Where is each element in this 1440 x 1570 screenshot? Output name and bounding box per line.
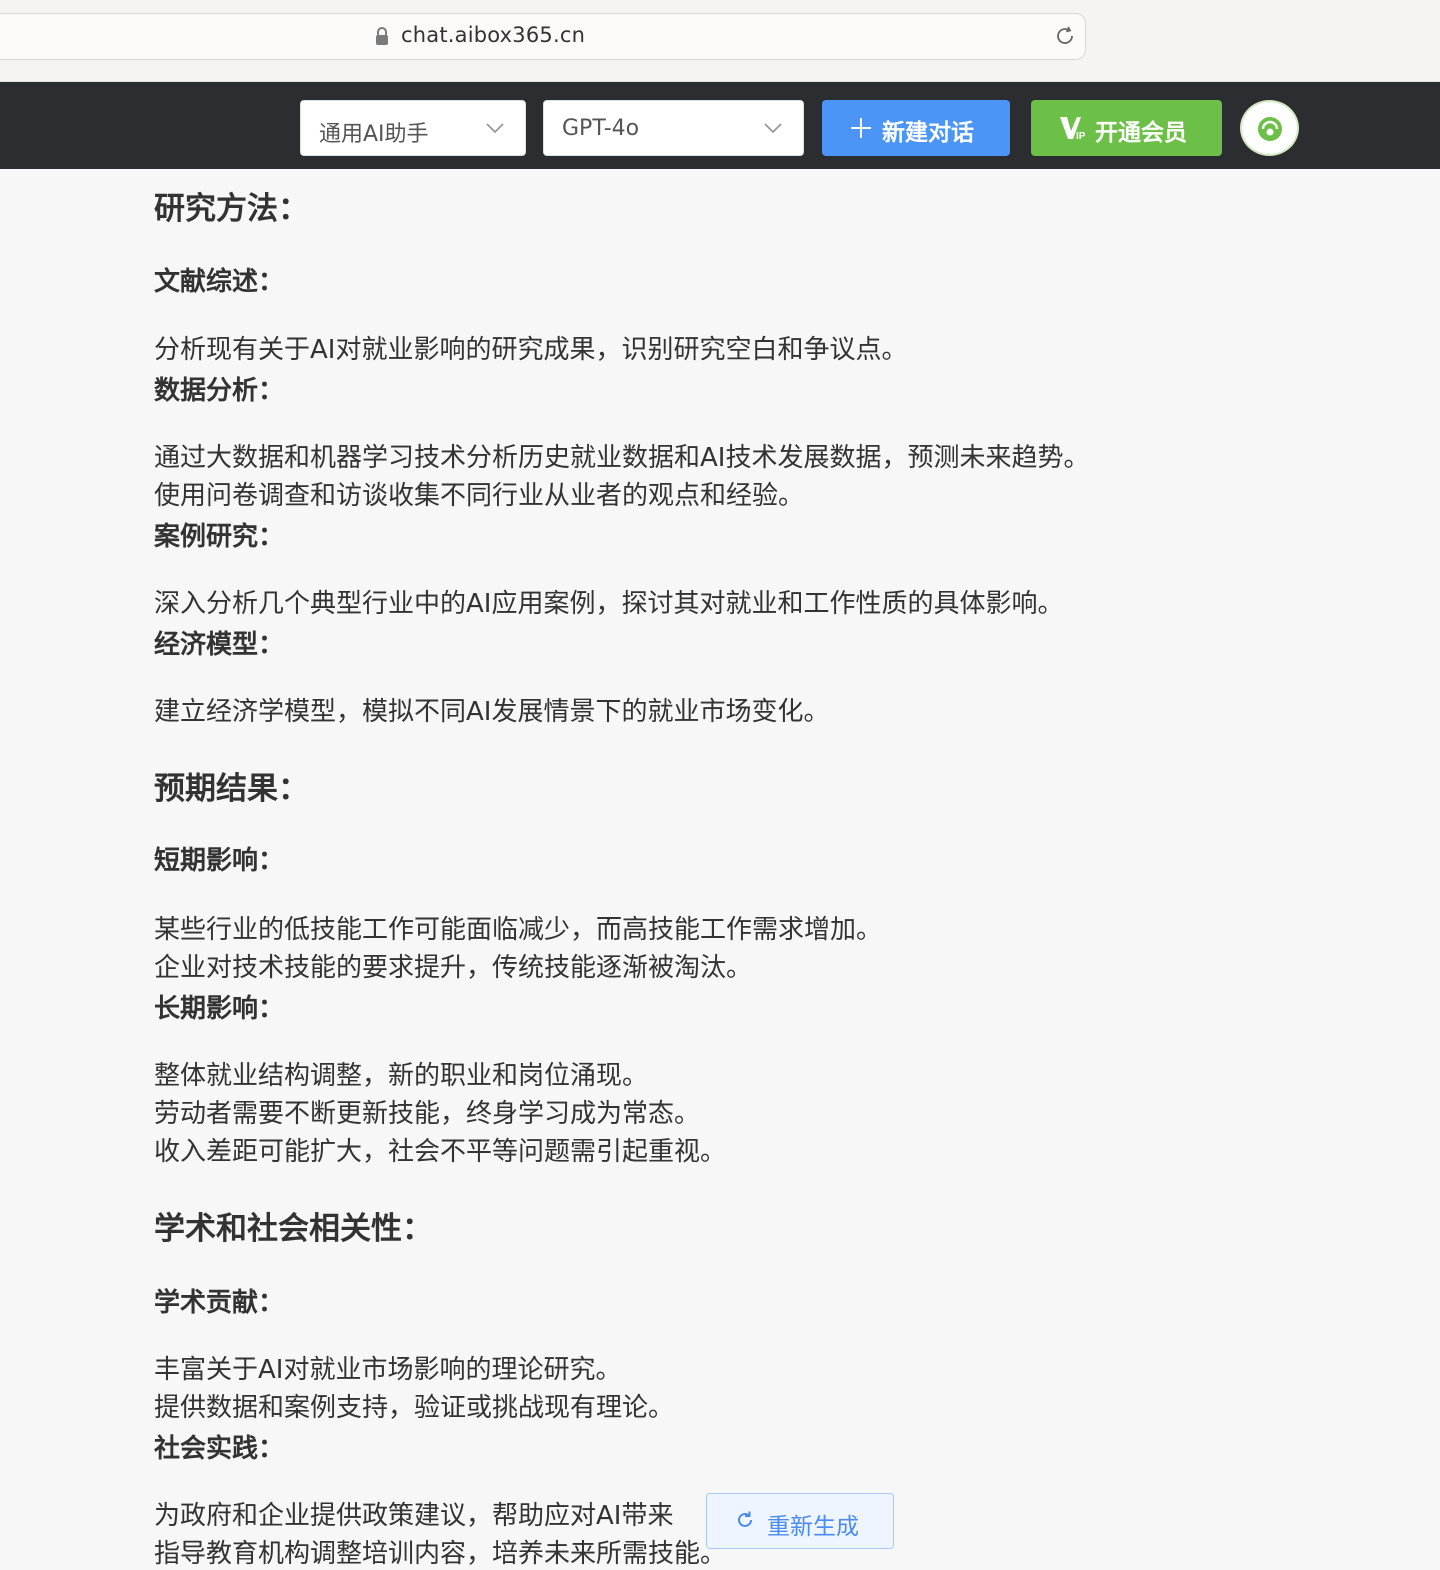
paragraph: 指导教育机构调整培训内容，培养未来所需技能。 <box>154 1539 727 1569</box>
avatar[interactable] <box>1240 100 1299 156</box>
regenerate-label: 重新生成 <box>767 1514 859 1540</box>
subheading-long-term: 长期影响： <box>154 994 285 1024</box>
paragraph: 某些行业的低技能工作可能面临减少，而高技能工作需求增加。 <box>154 915 883 945</box>
new-chat-label: 新建对话 <box>882 120 974 146</box>
chevron-down-icon <box>486 123 504 134</box>
lock-icon <box>376 27 388 45</box>
regenerate-button[interactable]: 重新生成 <box>706 1493 894 1549</box>
section-title-results: 预期结果： <box>154 771 309 807</box>
assistant-select-value: 通用AI助手 <box>319 122 429 147</box>
subheading-case-study: 案例研究： <box>154 522 285 552</box>
paragraph: 深入分析几个典型行业中的AI应用案例，探讨其对就业和工作性质的具体影响。 <box>154 589 1064 619</box>
paragraph: 提供数据和案例支持，验证或挑战现有理论。 <box>154 1393 675 1423</box>
paragraph: 为政府和企业提供政策建议，帮助应对AI带来 <box>154 1501 674 1531</box>
paragraph: 劳动者需要不断更新技能，终身学习成为常态。 <box>154 1099 701 1129</box>
subheading-short-term: 短期影响： <box>154 846 285 876</box>
subheading-literature: 文献综述： <box>154 267 285 297</box>
subheading-social: 社会实践： <box>154 1434 285 1464</box>
paragraph: 企业对技术技能的要求提升，传统技能逐渐被淘汰。 <box>154 953 753 983</box>
section-title-methods: 研究方法： <box>154 191 309 227</box>
chevron-down-icon <box>764 123 782 134</box>
subheading-data-analysis: 数据分析： <box>154 376 285 406</box>
vip-button[interactable]: IP 开通会员 <box>1031 100 1222 156</box>
model-select-value: GPT-4o <box>562 116 640 141</box>
new-chat-button[interactable]: 新建对话 <box>822 100 1010 156</box>
vip-label: 开通会员 <box>1095 120 1187 146</box>
reload-icon[interactable] <box>1053 24 1077 48</box>
subheading-economic-model: 经济模型： <box>154 630 285 660</box>
assistant-select[interactable]: 通用AI助手 <box>300 100 526 156</box>
url-text: chat.aibox365.cn <box>401 23 586 47</box>
plus-icon <box>851 118 871 138</box>
subheading-academic: 学术贡献： <box>154 1288 285 1318</box>
svg-text:IP: IP <box>1076 131 1086 141</box>
paragraph: 收入差距可能扩大，社会不平等问题需引起重视。 <box>154 1137 727 1167</box>
browser-toolbar: chat.aibox365.cn <box>0 0 1440 82</box>
paragraph: 丰富关于AI对就业市场影响的理论研究。 <box>154 1355 622 1385</box>
user-avatar-icon <box>1258 117 1282 141</box>
paragraph: 使用问卷调查和访谈收集不同行业从业者的观点和经验。 <box>154 481 805 511</box>
paragraph: 通过大数据和机器学习技术分析历史就业数据和AI技术发展数据，预测未来趋势。 <box>154 443 1090 473</box>
paragraph: 整体就业结构调整，新的职业和岗位涌现。 <box>154 1061 649 1091</box>
model-select[interactable]: GPT-4o <box>543 100 804 156</box>
app-header: 通用AI助手 GPT-4o 新建对话 IP 开通会员 <box>0 82 1440 169</box>
vip-icon: IP <box>1060 117 1086 141</box>
refresh-icon <box>738 1511 752 1527</box>
section-title-relevance: 学术和社会相关性： <box>154 1211 433 1247</box>
paragraph: 分析现有关于AI对就业影响的研究成果，识别研究空白和争议点。 <box>154 335 908 365</box>
paragraph: 建立经济学模型，模拟不同AI发展情景下的就业市场变化。 <box>154 697 830 727</box>
